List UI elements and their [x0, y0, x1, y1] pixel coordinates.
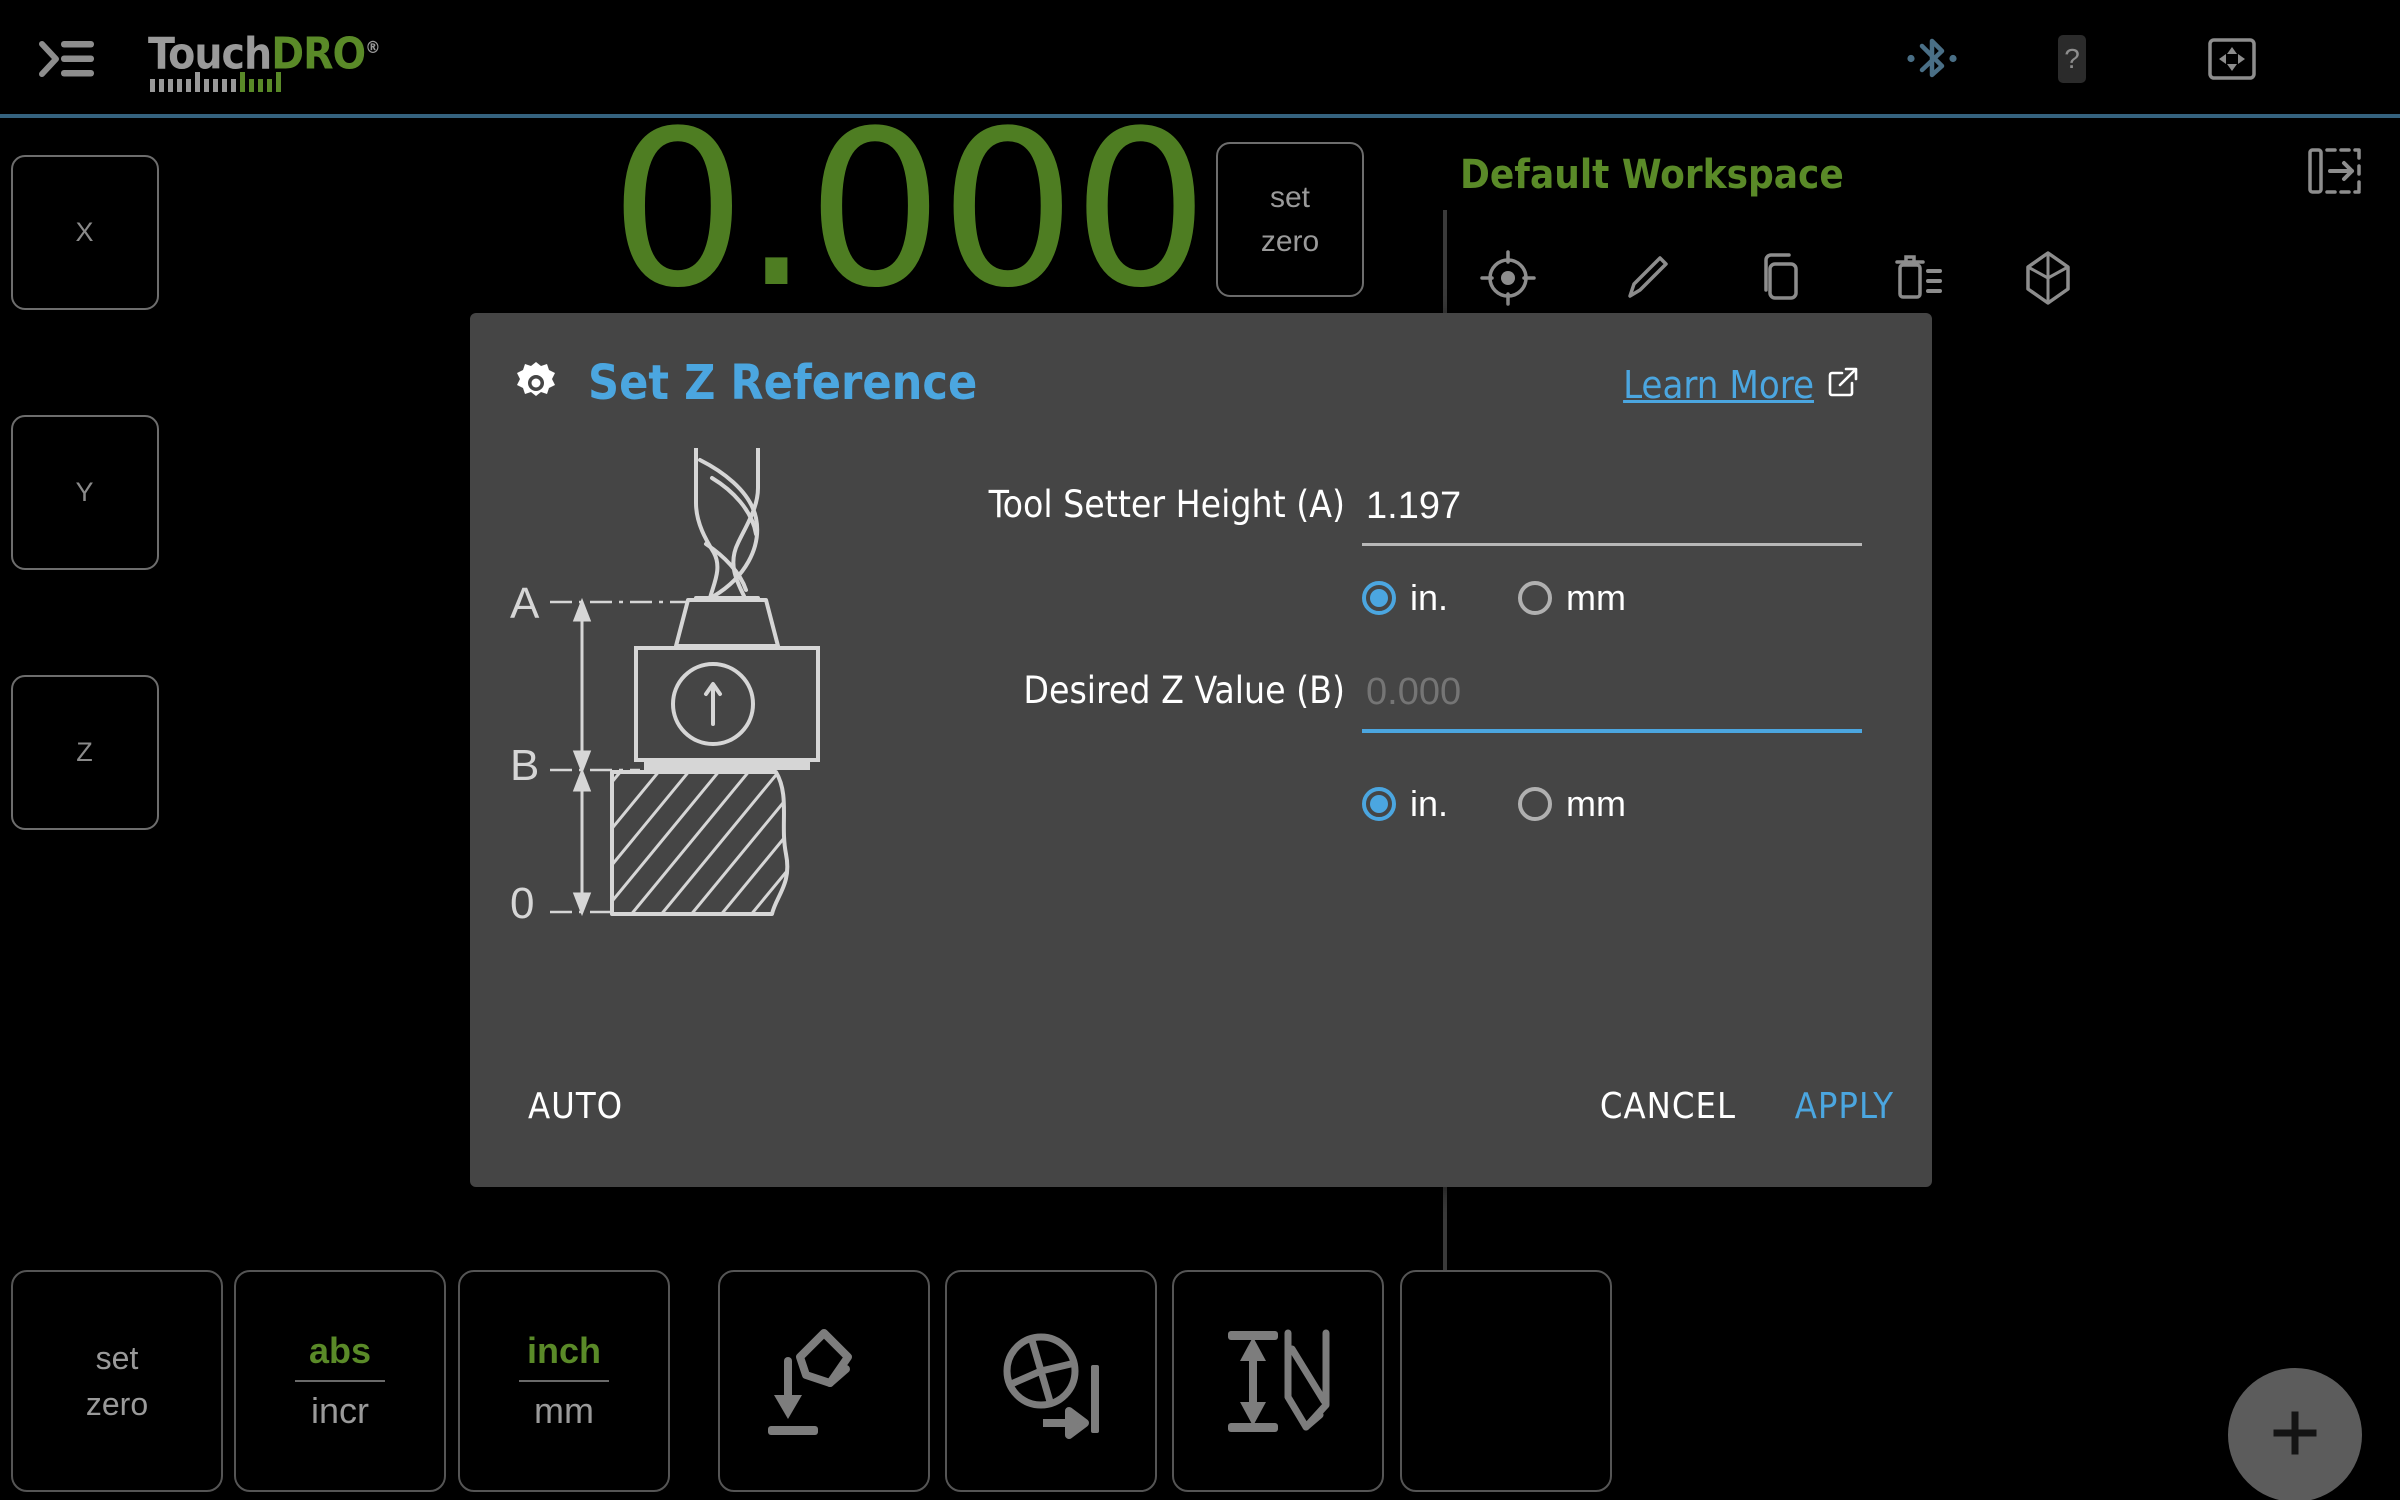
inch-mm-toggle[interactable]: inch mm [458, 1270, 670, 1492]
datum-target-icon[interactable] [1470, 240, 1546, 316]
tool-touch-down-icon [754, 1309, 894, 1454]
plus-icon [2265, 1403, 2325, 1468]
axis-button-x[interactable]: X [11, 155, 159, 310]
cancel-button[interactable]: CANCEL [1600, 1086, 1736, 1127]
tool-height-button[interactable] [1172, 1270, 1384, 1492]
tool-setter-height-underline [1362, 543, 1862, 546]
set-zero-button[interactable]: set zero [11, 1270, 223, 1492]
toggle-divider [519, 1380, 609, 1382]
tool-setter-diagram: A B 0 [500, 446, 1120, 1018]
mm-label: mm [534, 1390, 594, 1431]
fullscreen-icon[interactable] [2200, 28, 2264, 90]
radio-selected-icon [1362, 787, 1396, 821]
abs-incr-toggle[interactable]: abs incr [234, 1270, 446, 1492]
radio-unselected-icon [1518, 787, 1553, 821]
inch-label: inch [526, 1330, 601, 1371]
external-link-icon[interactable] [1826, 365, 1860, 399]
svg-text:A: A [510, 579, 540, 628]
device-help-icon[interactable]: ? [2040, 28, 2104, 90]
set-zero-line2: zero [1260, 224, 1320, 258]
tool-height-icon [1208, 1309, 1348, 1454]
tool-setter-height-label: Tool Setter Height (A) [988, 483, 1345, 526]
axis-button-y[interactable]: Y [11, 415, 159, 570]
toggle-divider [295, 1380, 385, 1382]
desired-z-value-input[interactable] [1362, 661, 1862, 735]
workspace-title: Default Workspace [1460, 152, 1844, 198]
edge-finder-button[interactable] [945, 1270, 1157, 1492]
desired-z-unit-in[interactable]: in. [1362, 783, 1448, 825]
axis-label-z: Z [76, 737, 94, 767]
set-zero-line1: set [1269, 180, 1311, 214]
tool-setter-unit-in-label: in. [1410, 577, 1449, 618]
gear-icon [512, 359, 560, 407]
desired-z-unit-mm[interactable]: mm [1518, 783, 1626, 825]
abs-label: abs [308, 1330, 372, 1371]
learn-more-link[interactable]: Learn More [1623, 363, 1814, 407]
apply-button[interactable]: APPLY [1795, 1086, 1894, 1127]
set-zero-line2-bottom: zero [85, 1386, 149, 1422]
more-tools-button[interactable] [1400, 1270, 1612, 1492]
tool-setter-unit-in[interactable]: in. [1362, 577, 1448, 619]
incr-label: incr [310, 1390, 369, 1431]
desired-z-value-row: Desired Z Value (B) [1023, 659, 1890, 745]
axis-label-x: X [75, 217, 95, 247]
edit-pencil-icon[interactable] [1608, 240, 1684, 316]
add-button[interactable] [2228, 1368, 2362, 1500]
desired-z-value-underline [1362, 729, 1862, 733]
desired-z-value-units: in. mm [1362, 783, 1626, 825]
hamburger-menu-icon[interactable] [36, 30, 98, 88]
cube-3d-icon[interactable] [2010, 240, 2086, 316]
logo-registered-mark: ® [365, 38, 380, 58]
tool-setter-height-units: in. mm [1362, 577, 1626, 619]
tool-setter-height-input[interactable] [1362, 475, 1862, 549]
bluetooth-icon[interactable] [1900, 28, 1964, 90]
desired-z-unit-in-label: in. [1410, 783, 1449, 824]
panel-expand-icon[interactable] [2300, 142, 2370, 204]
tool-setter-unit-mm-label: mm [1566, 577, 1627, 618]
set-zero-line1-bottom: set [95, 1340, 139, 1376]
axis-label-y: Y [75, 477, 95, 507]
logo-text-dro: DRO [271, 28, 366, 80]
axis-button-z[interactable]: Z [11, 675, 159, 830]
desired-z-unit-mm-label: mm [1566, 783, 1627, 824]
touchdro-app-window: TouchDRO® ? X Y Z 0.000 set zero Default… [0, 0, 2400, 1500]
auto-button[interactable]: AUTO [528, 1086, 623, 1127]
tool-setter-unit-mm[interactable]: mm [1518, 577, 1626, 619]
dialog-form: Tool Setter Height (A) in. mm Desired Z … [989, 473, 1890, 824]
tool-setter-height-row: Tool Setter Height (A) [989, 473, 1890, 559]
svg-text:?: ? [2064, 43, 2080, 74]
dro-readout-value[interactable]: 0.000 [515, 102, 1209, 317]
edge-find-icon [981, 1309, 1121, 1454]
svg-text:B: B [510, 741, 539, 790]
delete-list-icon[interactable] [1878, 240, 1954, 316]
svg-text:0: 0 [510, 879, 534, 928]
set-z-reference-dialog: Set Z Reference Learn More A B 0 Tool Se… [470, 313, 1932, 1187]
copy-icon[interactable] [1742, 240, 1818, 316]
radio-selected-icon [1362, 581, 1396, 615]
touchdro-logo: TouchDRO® [148, 26, 381, 92]
tool-touch-off-button[interactable] [718, 1270, 930, 1492]
radio-unselected-icon [1518, 581, 1553, 615]
logo-scale-ticks [150, 72, 281, 92]
dialog-title: Set Z Reference [588, 355, 978, 411]
set-zero-button-axis[interactable]: set zero [1216, 142, 1364, 297]
desired-z-value-label: Desired Z Value (B) [1023, 669, 1345, 712]
